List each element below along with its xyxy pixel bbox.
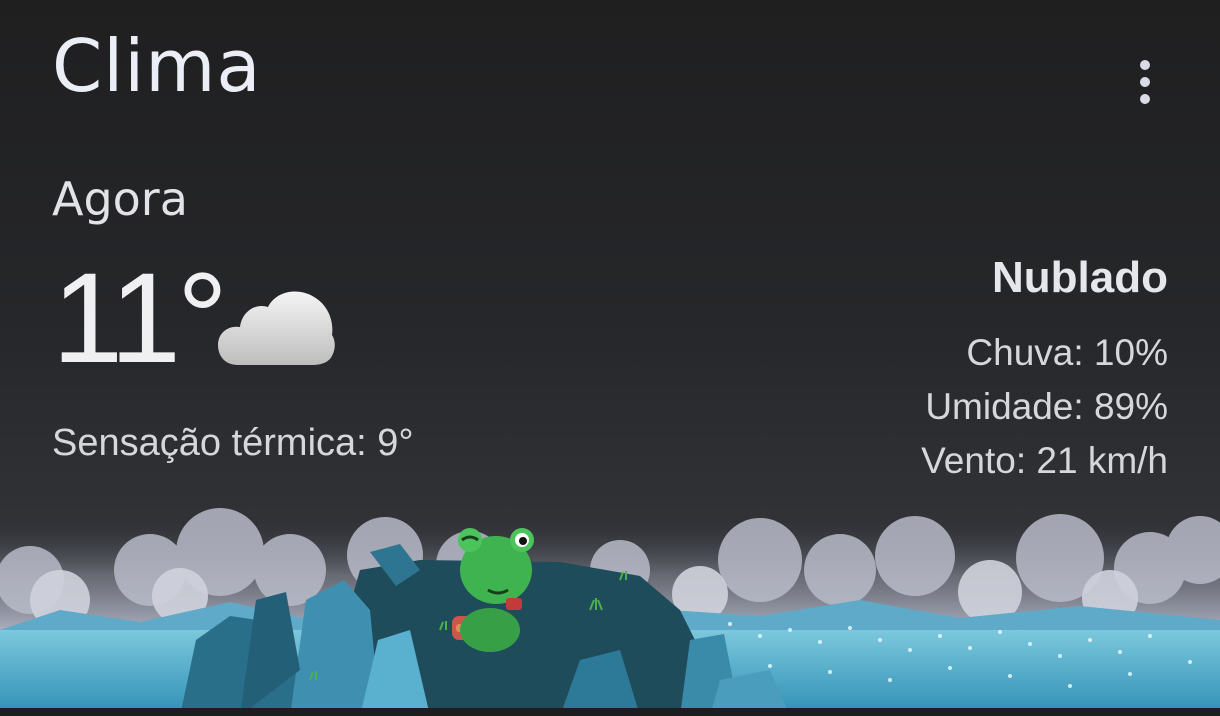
feels-like-text: Sensação térmica: 9° — [52, 422, 414, 464]
more-vert-icon-dot — [1140, 77, 1150, 87]
weather-illustration — [0, 508, 1220, 716]
cloud-icon — [218, 291, 335, 365]
more-vert-icon-dot — [1140, 94, 1150, 104]
bottom-edge — [0, 708, 1220, 716]
more-options-button[interactable] — [1120, 56, 1170, 108]
current-temperature: 11° — [52, 247, 228, 390]
app-title: Clima — [52, 24, 262, 108]
humidity: Umidade: 89% — [925, 386, 1168, 427]
more-vert-icon — [1140, 60, 1150, 70]
rain-chance: Chuva: 10% — [966, 332, 1168, 373]
condition-label: Nublado — [992, 253, 1168, 302]
wind-speed: Vento: 21 km/h — [921, 440, 1168, 481]
conditions-panel: Nublado Chuva: 10% Umidade: 89% Vento: 2… — [921, 256, 1168, 496]
section-label-now: Agora — [52, 172, 188, 226]
